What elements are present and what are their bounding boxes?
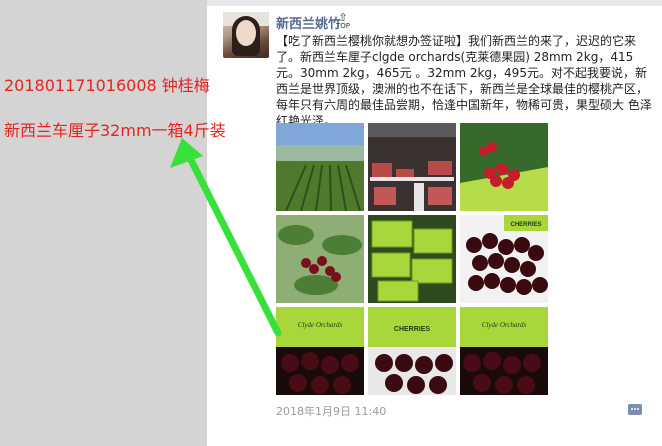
annotation-arrow: [170, 138, 282, 337]
